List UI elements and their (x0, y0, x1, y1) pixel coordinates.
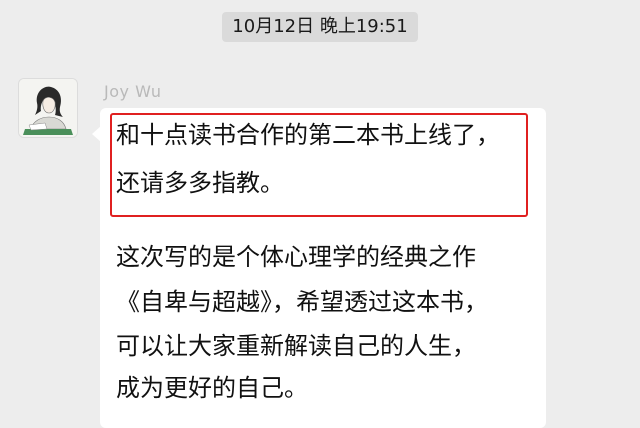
highlighted-line-1: 和十点读书合作的第二本书上线了， (116, 121, 500, 149)
message-line-4: 成为更好的自己。 (116, 374, 308, 402)
sender-name: Joy Wu (104, 82, 162, 101)
sender-avatar[interactable] (18, 78, 78, 138)
highlighted-line-2: 还请多多指教。 (116, 169, 284, 197)
message-timestamp: 10月12日 晚上19:51 (222, 12, 418, 42)
message-line-2: 《自卑与超越》，希望透过这本书， (116, 288, 488, 316)
message-line-3: 可以让大家重新解读自己的人生， (116, 332, 476, 360)
message-line-1: 这次写的是个体心理学的经典之作 (116, 243, 476, 271)
avatar-sketch-icon (19, 79, 77, 137)
